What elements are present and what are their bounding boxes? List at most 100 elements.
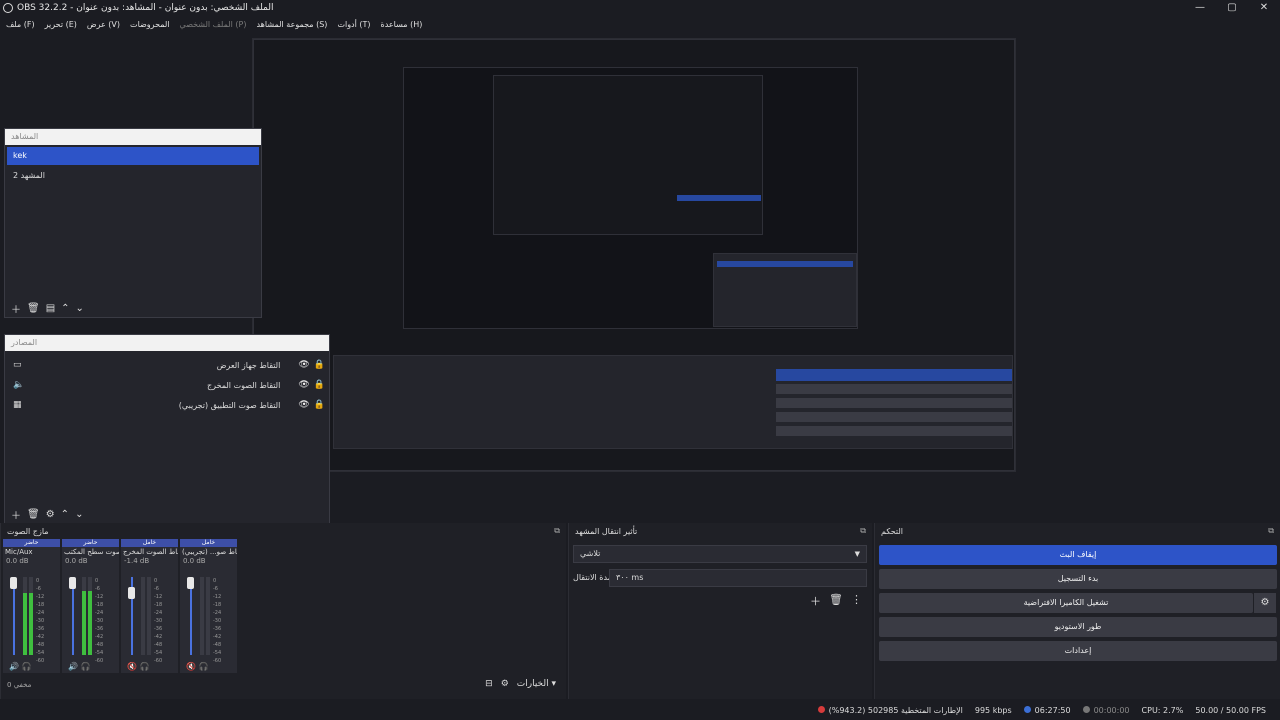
mixer-channel: خاملالتقاط الصوت المخرج-1.4 dB 0 -6 -12 -18 -…	[121, 539, 178, 673]
menu-item[interactable]: المحروضات	[130, 20, 170, 29]
scale-tick: -60	[213, 658, 222, 664]
scale-tick: -60	[95, 658, 104, 664]
move-down-icon[interactable]: ⌄	[76, 303, 84, 314]
menu-item[interactable]: مساعدة (H)	[381, 20, 423, 29]
scale-tick: -54	[95, 650, 104, 656]
controls-float-icon[interactable]: ⧉	[1268, 526, 1274, 536]
menu-item[interactable]: أدوات (T)	[337, 20, 370, 29]
controls-dock: التحكم ⧉ إيقاف البث بدء التسجيل تشغيل الكا…	[874, 523, 1280, 699]
maximize-button[interactable]: ▢	[1216, 0, 1248, 14]
control-button[interactable]: طور الاستوديو	[879, 617, 1277, 637]
advanced-audio-icon[interactable]: ⚙	[501, 679, 509, 689]
sources-toolbar: ＋ 🗑 ⚙ ⌃ ⌄	[5, 505, 329, 523]
close-button[interactable]: ✕	[1248, 0, 1280, 14]
muted-speaker-icon[interactable]: 🔇	[127, 662, 137, 671]
scenes-dock: المشاهد kek المشهد 2 ＋ 🗑 ▤ ⌃ ⌄	[4, 128, 262, 318]
channel-status-tag: حاضر	[3, 539, 60, 547]
scale-tick: -30	[154, 618, 163, 624]
eye-icon[interactable]: 👁	[298, 380, 309, 390]
scene-item[interactable]: kek	[7, 147, 259, 165]
scale-tick: -12	[213, 594, 222, 600]
source-item[interactable]: ▭ التقاط جهاز العرض 👁 🔒	[5, 355, 329, 375]
remove-transition-icon[interactable]: 🗑	[829, 593, 843, 609]
mixer-options-button[interactable]: الخيارات ▾	[517, 679, 556, 689]
control-button[interactable]: تشغيل الكاميرا الافتراضية	[879, 593, 1253, 613]
nested-highlight	[677, 195, 761, 201]
remove-source-icon[interactable]: 🗑	[27, 509, 40, 520]
mixer-channels: حاضر Mic/Aux 0.0 dB 0 -6 -12 -18 -24 -30 -36 -42 -4…	[3, 539, 251, 673]
scale-tick: -48	[154, 642, 163, 648]
minimize-button[interactable]: —	[1184, 0, 1216, 14]
level-meter-right	[147, 577, 151, 655]
volume-knob[interactable]	[10, 577, 17, 589]
virtual-camera-settings-icon[interactable]: ⚙	[1254, 593, 1276, 613]
headphones-icon[interactable]: 🎧	[140, 662, 150, 671]
mixer-tools: ⊟ ⚙ الخيارات ▾	[485, 679, 556, 689]
eye-icon[interactable]: 👁	[298, 400, 309, 410]
menu-item[interactable]: مجموعة المشاهد (S)	[256, 20, 327, 29]
channel-name[interactable]: Mic/Aux	[3, 547, 60, 557]
menu-item[interactable]: تحرير (E)	[45, 20, 77, 29]
channel-db: 0.0 dB	[183, 557, 206, 565]
source-settings-icon[interactable]: ⚙	[46, 509, 55, 520]
volume-knob[interactable]	[187, 577, 194, 589]
lock-icon[interactable]: 🔒	[314, 380, 325, 390]
muted-speaker-icon[interactable]: 🔇	[186, 662, 196, 671]
source-item[interactable]: 🔈 التقاط الصوت المخرج 👁 🔒	[5, 375, 329, 395]
level-meter-right	[88, 577, 92, 655]
headphones-icon[interactable]: 🎧	[199, 662, 209, 671]
mixer-float-icon[interactable]: ⧉	[554, 526, 560, 536]
lock-icon[interactable]: 🔒	[314, 400, 325, 410]
headphones-icon[interactable]: 🎧	[81, 662, 91, 671]
lock-icon[interactable]: 🔒	[314, 360, 325, 370]
control-button[interactable]: إعدادات	[879, 641, 1277, 661]
scale-tick: -18	[95, 602, 104, 608]
transition-select[interactable]: تلاشي ▼	[573, 545, 867, 563]
scale-tick: -48	[36, 642, 45, 648]
add-source-icon[interactable]: ＋	[11, 507, 21, 522]
eye-icon[interactable]: 👁	[298, 360, 309, 370]
mixer-channel: خاملالتقاط صو... (تجريبي)0.0 dB 0 -6 -12 -18…	[180, 539, 237, 673]
menu-item[interactable]: الملف الشخصي (P)	[180, 20, 247, 29]
level-meter-left	[200, 577, 204, 655]
channel-icons: 🔊 🎧	[9, 662, 31, 671]
scale-tick: -36	[154, 626, 163, 632]
source-item[interactable]: ▦ التقاط صوت التطبيق (تجريبي) 👁 🔒	[5, 395, 329, 415]
control-button[interactable]: إيقاف البث	[879, 545, 1277, 565]
add-scene-icon[interactable]: ＋	[11, 301, 21, 316]
speaker-icon[interactable]: 🔊	[9, 662, 19, 671]
control-button[interactable]: بدء التسجيل	[879, 569, 1277, 589]
layout-icon[interactable]: ⊟	[485, 679, 493, 689]
preview-canvas[interactable]	[252, 38, 1016, 472]
channel-db: 0.0 dB	[65, 557, 88, 565]
duration-field[interactable]: ٣٠٠ ms	[609, 569, 867, 587]
monitor-icon: ▭	[13, 360, 22, 370]
scale-tick: 0	[213, 578, 217, 584]
meter-scale: 0 -6 -12 -18 -24 -30 -36 -42 -48 -54 -60	[154, 577, 162, 665]
channel-name[interactable]: صوت سطح المكتب	[62, 547, 119, 557]
channel-name[interactable]: التقاط الصوت المخرج	[121, 547, 178, 557]
channel-db: 0.0 dB	[6, 557, 29, 565]
transitions-float-icon[interactable]: ⧉	[860, 526, 866, 536]
speaker-icon[interactable]: 🔊	[68, 662, 78, 671]
menu-item[interactable]: ملف (F)	[6, 20, 35, 29]
volume-knob[interactable]	[128, 586, 135, 599]
speaker-icon: 🔈	[13, 380, 25, 390]
chevron-down-icon: ▼	[854, 550, 860, 558]
scale-tick: -18	[154, 602, 163, 608]
source-down-icon[interactable]: ⌄	[75, 509, 83, 520]
transition-more-icon[interactable]: ⋮	[851, 593, 862, 609]
scene-filter-icon[interactable]: ▤	[46, 303, 55, 314]
menu-item[interactable]: عرض (V)	[87, 20, 120, 29]
move-up-icon[interactable]: ⌃	[61, 303, 69, 314]
mixer-channel: حاضر Mic/Aux 0.0 dB 0 -6 -12 -18 -24 -30 -36 -42 -4…	[3, 539, 60, 673]
volume-knob[interactable]	[69, 577, 76, 589]
scene-list: kek المشهد 2	[5, 147, 261, 185]
source-up-icon[interactable]: ⌃	[61, 509, 69, 520]
scene-item[interactable]: المشهد 2	[7, 167, 259, 185]
add-transition-icon[interactable]: ＋	[810, 593, 821, 609]
remove-scene-icon[interactable]: 🗑	[27, 303, 40, 314]
scale-tick: -24	[95, 610, 104, 616]
headphones-icon[interactable]: 🎧	[22, 662, 32, 671]
channel-name[interactable]: التقاط صو... (تجريبي)	[180, 547, 237, 557]
